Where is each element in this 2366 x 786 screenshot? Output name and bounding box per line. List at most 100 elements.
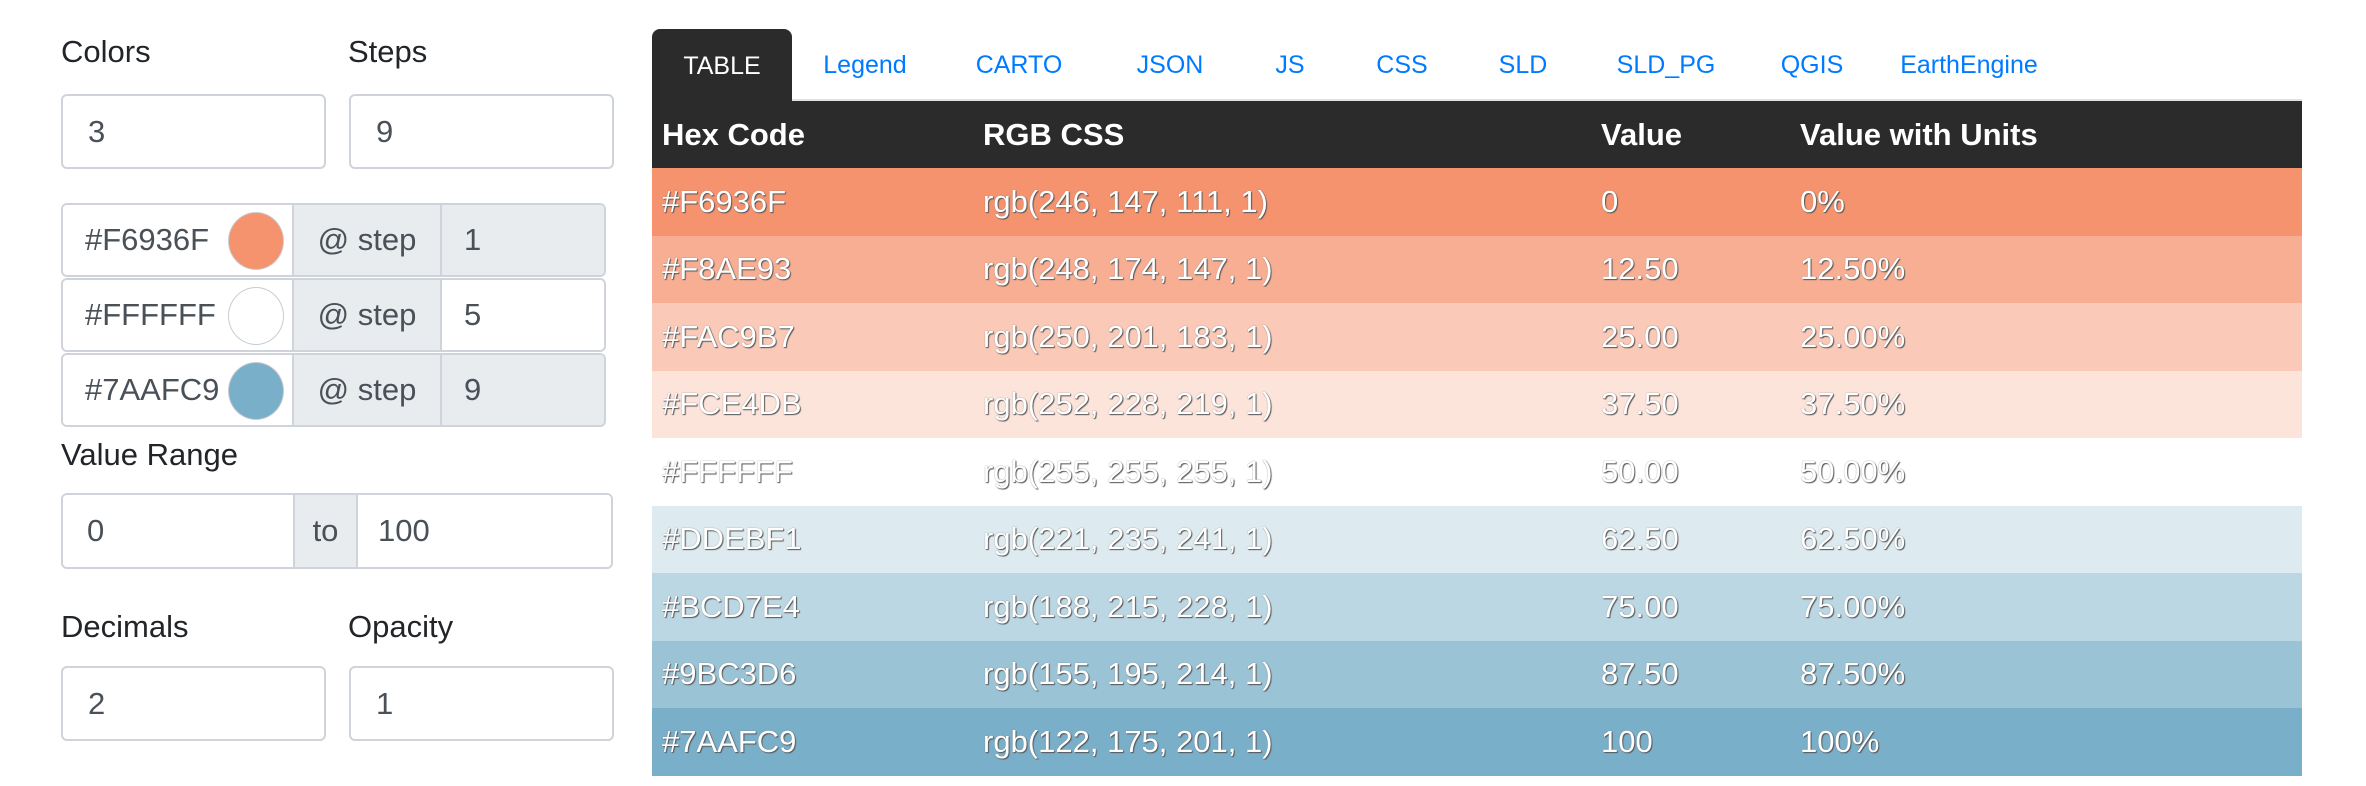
color-stop-step-input: 1 <box>442 205 604 275</box>
range-separator-label: to <box>293 495 358 567</box>
color-stop-hex-value: #7AAFC9 <box>85 372 220 407</box>
range-min-input[interactable]: 0 <box>63 495 293 567</box>
color-stop-hex-value: #FFFFFF <box>85 297 216 332</box>
column-header-rgb: RGB CSS <box>983 116 1125 152</box>
cell-hex: #FAC9B7 <box>662 318 795 354</box>
step-addon-label: @ step <box>294 280 442 350</box>
range-max-value: 100 <box>378 513 430 548</box>
cell-units: 75.00% <box>1800 588 1906 624</box>
tab-sld-pg[interactable]: SLD_PG <box>1582 29 1750 101</box>
range-max-input[interactable]: 100 <box>358 495 611 567</box>
value-range-group: 0 to 100 <box>61 493 613 569</box>
tab-qgis[interactable]: QGIS <box>1750 29 1874 101</box>
decimals-input-value: 2 <box>88 685 106 721</box>
table-header-row: Hex Code RGB CSS Value Value with Units <box>652 101 2302 168</box>
cell-hex: #F6936F <box>662 183 787 219</box>
opacity-input[interactable]: 1 <box>349 666 614 741</box>
color-stop-step-value: 9 <box>464 372 482 407</box>
table-row: #F6936F rgb(246, 147, 111, 1) 0 0% <box>652 168 2302 236</box>
cell-value: 12.50 <box>1601 251 1679 287</box>
table-row: #DDEBF1 rgb(221, 235, 241, 1) 62.50 62.50% <box>652 505 2302 573</box>
opacity-label: Opacity <box>348 609 454 644</box>
cell-value: 0 <box>1601 183 1619 219</box>
cell-value: 50.00 <box>1601 453 1679 489</box>
color-table: Hex Code RGB CSS Value Value with Units … <box>652 101 2302 776</box>
table-row: #FAC9B7 rgb(250, 201, 183, 1) 25.00 25.00% <box>652 303 2302 371</box>
table-row: #7AAFC9 rgb(122, 175, 201, 1) 100 100% <box>652 708 2302 776</box>
decimals-input[interactable]: 2 <box>61 666 326 741</box>
table-row: #9BC3D6 rgb(155, 195, 214, 1) 87.50 87.50% <box>652 640 2302 708</box>
output-tabs: TABLE Legend CARTO JSON JS CSS SLD SLD_P… <box>652 29 2302 103</box>
tab-css[interactable]: CSS <box>1340 29 1464 101</box>
steps-input-value: 9 <box>376 113 394 149</box>
color-swatch-icon[interactable] <box>228 362 284 420</box>
tab-sld[interactable]: SLD <box>1464 29 1582 101</box>
color-stop-step-input[interactable]: 5 <box>442 280 604 350</box>
cell-value: 62.50 <box>1601 521 1679 557</box>
color-stop-hex-input[interactable]: #7AAFC9 <box>63 355 294 425</box>
step-addon-label: @ step <box>294 205 442 275</box>
cell-hex: #BCD7E4 <box>662 588 800 624</box>
cell-hex: #7AAFC9 <box>662 723 797 759</box>
cell-units: 0% <box>1800 183 1845 219</box>
color-stop-step-input: 9 <box>442 355 604 425</box>
tab-carto[interactable]: CARTO <box>944 29 1094 101</box>
tab-json[interactable]: JSON <box>1100 29 1240 101</box>
color-stop-row: #7AAFC9 @ step 9 <box>61 353 606 427</box>
cell-rgb: rgb(248, 174, 147, 1) <box>983 251 1273 287</box>
table-row: #BCD7E4 rgb(188, 215, 228, 1) 75.00 75.00% <box>652 573 2302 641</box>
decimals-label: Decimals <box>61 609 189 644</box>
color-stop-hex-input[interactable]: #FFFFFF <box>63 280 294 350</box>
colors-label: Colors <box>61 34 151 69</box>
color-swatch-icon[interactable] <box>228 287 284 345</box>
cell-units: 37.50% <box>1800 386 1906 422</box>
color-stop-hex-value: #F6936F <box>85 222 210 257</box>
tab-earthengine[interactable]: EarthEngine <box>1874 29 2064 101</box>
cell-rgb: rgb(221, 235, 241, 1) <box>983 521 1273 557</box>
tab-legend[interactable]: Legend <box>794 29 936 101</box>
cell-rgb: rgb(246, 147, 111, 1) <box>983 183 1268 219</box>
cell-rgb: rgb(255, 255, 255, 1) <box>983 453 1273 489</box>
cell-hex: #FFFFFF <box>662 453 793 489</box>
table-row: #FCE4DB rgb(252, 228, 219, 1) 37.50 37.50% <box>652 370 2302 438</box>
cell-units: 50.00% <box>1800 453 1906 489</box>
cell-rgb: rgb(252, 228, 219, 1) <box>983 386 1273 422</box>
column-header-units: Value with Units <box>1800 116 2038 152</box>
cell-units: 62.50% <box>1800 521 1906 557</box>
cell-units: 100% <box>1800 723 1880 759</box>
cell-hex: #DDEBF1 <box>662 521 802 557</box>
step-addon-label: @ step <box>294 355 442 425</box>
opacity-input-value: 1 <box>376 685 394 721</box>
cell-hex: #F8AE93 <box>662 251 792 287</box>
color-stop-row: #F6936F @ step 1 <box>61 203 606 277</box>
column-header-value: Value <box>1601 116 1682 152</box>
cell-rgb: rgb(155, 195, 214, 1) <box>983 656 1273 692</box>
tab-js[interactable]: JS <box>1240 29 1340 101</box>
cell-rgb: rgb(188, 215, 228, 1) <box>983 588 1273 624</box>
column-header-hex: Hex Code <box>662 116 805 152</box>
cell-value: 100 <box>1601 723 1653 759</box>
value-range-label: Value Range <box>61 437 238 472</box>
colors-input[interactable]: 3 <box>61 94 326 169</box>
steps-input[interactable]: 9 <box>349 94 614 169</box>
tab-table[interactable]: TABLE <box>652 29 792 103</box>
cell-units: 25.00% <box>1800 318 1906 354</box>
cell-units: 12.50% <box>1800 251 1906 287</box>
table-row: #F8AE93 rgb(248, 174, 147, 1) 12.50 12.50% <box>652 235 2302 303</box>
cell-rgb: rgb(250, 201, 183, 1) <box>983 318 1273 354</box>
cell-hex: #FCE4DB <box>662 386 802 422</box>
table-row: #FFFFFF rgb(255, 255, 255, 1) 50.00 50.00% <box>652 438 2302 506</box>
cell-units: 87.50% <box>1800 656 1906 692</box>
cell-value: 87.50 <box>1601 656 1679 692</box>
steps-label: Steps <box>348 34 428 69</box>
color-swatch-icon[interactable] <box>228 212 284 270</box>
colors-input-value: 3 <box>88 113 106 149</box>
color-stop-step-value: 5 <box>464 297 482 332</box>
range-min-value: 0 <box>87 513 105 548</box>
cell-value: 75.00 <box>1601 588 1679 624</box>
color-stop-hex-input[interactable]: #F6936F <box>63 205 294 275</box>
cell-hex: #9BC3D6 <box>662 656 797 692</box>
cell-value: 37.50 <box>1601 386 1679 422</box>
color-stop-row: #FFFFFF @ step 5 <box>61 278 606 352</box>
cell-value: 25.00 <box>1601 318 1679 354</box>
